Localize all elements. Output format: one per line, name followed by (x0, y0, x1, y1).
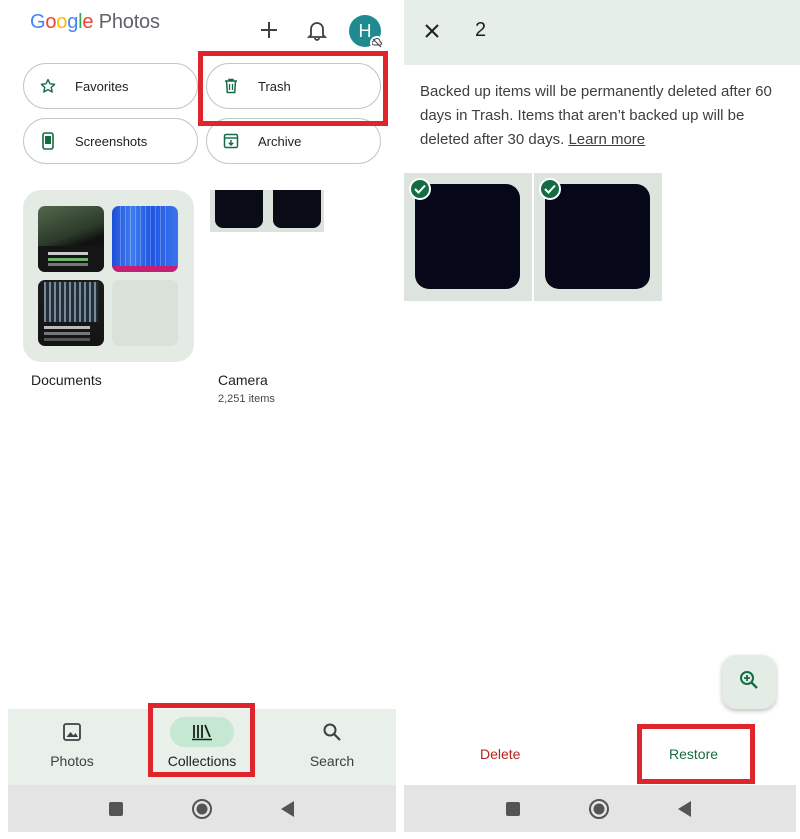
back-icon[interactable] (276, 797, 300, 821)
trash-icon (222, 77, 240, 95)
backup-off-icon (370, 36, 384, 50)
search-icon (300, 717, 364, 747)
bottom-navigation: Photos Collections Search (8, 709, 396, 785)
learn-more-link[interactable]: Learn more (568, 131, 645, 148)
zoom-in-button[interactable] (722, 655, 776, 709)
selected-count: 2 (475, 19, 487, 41)
document-thumbnail (38, 280, 104, 346)
system-navigation-bar (8, 785, 396, 832)
google-photos-logo: Google Photos (30, 11, 160, 33)
camera-thumbnail (215, 190, 263, 228)
collections-icon (170, 717, 234, 747)
documents-album-title[interactable]: Documents (31, 372, 102, 388)
favorites-chip[interactable]: Favorites (23, 63, 198, 109)
recents-icon[interactable] (501, 797, 525, 821)
delete-button[interactable]: Delete (480, 746, 520, 762)
image-icon (40, 717, 104, 747)
add-icon[interactable] (255, 16, 283, 44)
camera-thumbnail (273, 190, 321, 228)
back-icon[interactable] (673, 797, 697, 821)
check-icon[interactable] (539, 178, 561, 200)
chip-label: Archive (258, 133, 302, 149)
nav-collections[interactable]: Collections (142, 709, 262, 785)
trash-item-selected[interactable] (534, 173, 662, 301)
screenshots-chip[interactable]: Screenshots (23, 118, 198, 164)
nav-search[interactable]: Search (272, 709, 392, 785)
chip-label: Screenshots (75, 133, 148, 149)
trash-item-selected[interactable] (404, 173, 532, 301)
close-icon[interactable] (420, 19, 444, 43)
selection-header: 2 (404, 0, 800, 65)
trash-item-image (545, 184, 650, 289)
system-navigation-bar (404, 785, 796, 832)
documents-album-cover[interactable] (23, 190, 194, 362)
trash-selection-screen: 2 Backed up items will be permanently de… (404, 0, 800, 839)
home-icon[interactable] (190, 797, 214, 821)
archive-chip[interactable]: Archive (206, 118, 381, 164)
avatar[interactable]: H (349, 15, 384, 50)
recents-icon[interactable] (104, 797, 128, 821)
restore-button[interactable]: Restore (669, 746, 718, 762)
camera-album-count: 2,251 items (218, 393, 275, 405)
notifications-icon[interactable] (303, 16, 331, 44)
document-thumbnail (38, 206, 104, 272)
chip-label: Favorites (75, 78, 129, 94)
chip-label: Trash (258, 78, 291, 94)
home-icon[interactable] (587, 797, 611, 821)
camera-album-cover[interactable] (210, 190, 324, 232)
check-icon[interactable] (409, 178, 431, 200)
trash-item-image (415, 184, 520, 289)
camera-album-title[interactable]: Camera (218, 372, 268, 388)
archive-icon (222, 132, 240, 150)
collections-screen: Google Photos H Favorites Trash Screensh… (0, 0, 400, 839)
nav-photos[interactable]: Photos (12, 709, 132, 785)
document-thumbnail (112, 206, 178, 272)
star-icon (39, 77, 57, 95)
trash-chip[interactable]: Trash (206, 63, 381, 109)
document-thumbnail-placeholder (112, 280, 178, 346)
trash-info-text: Backed up items will be permanently dele… (420, 83, 772, 148)
phone-icon (39, 132, 57, 150)
zoom-in-icon (739, 670, 759, 695)
